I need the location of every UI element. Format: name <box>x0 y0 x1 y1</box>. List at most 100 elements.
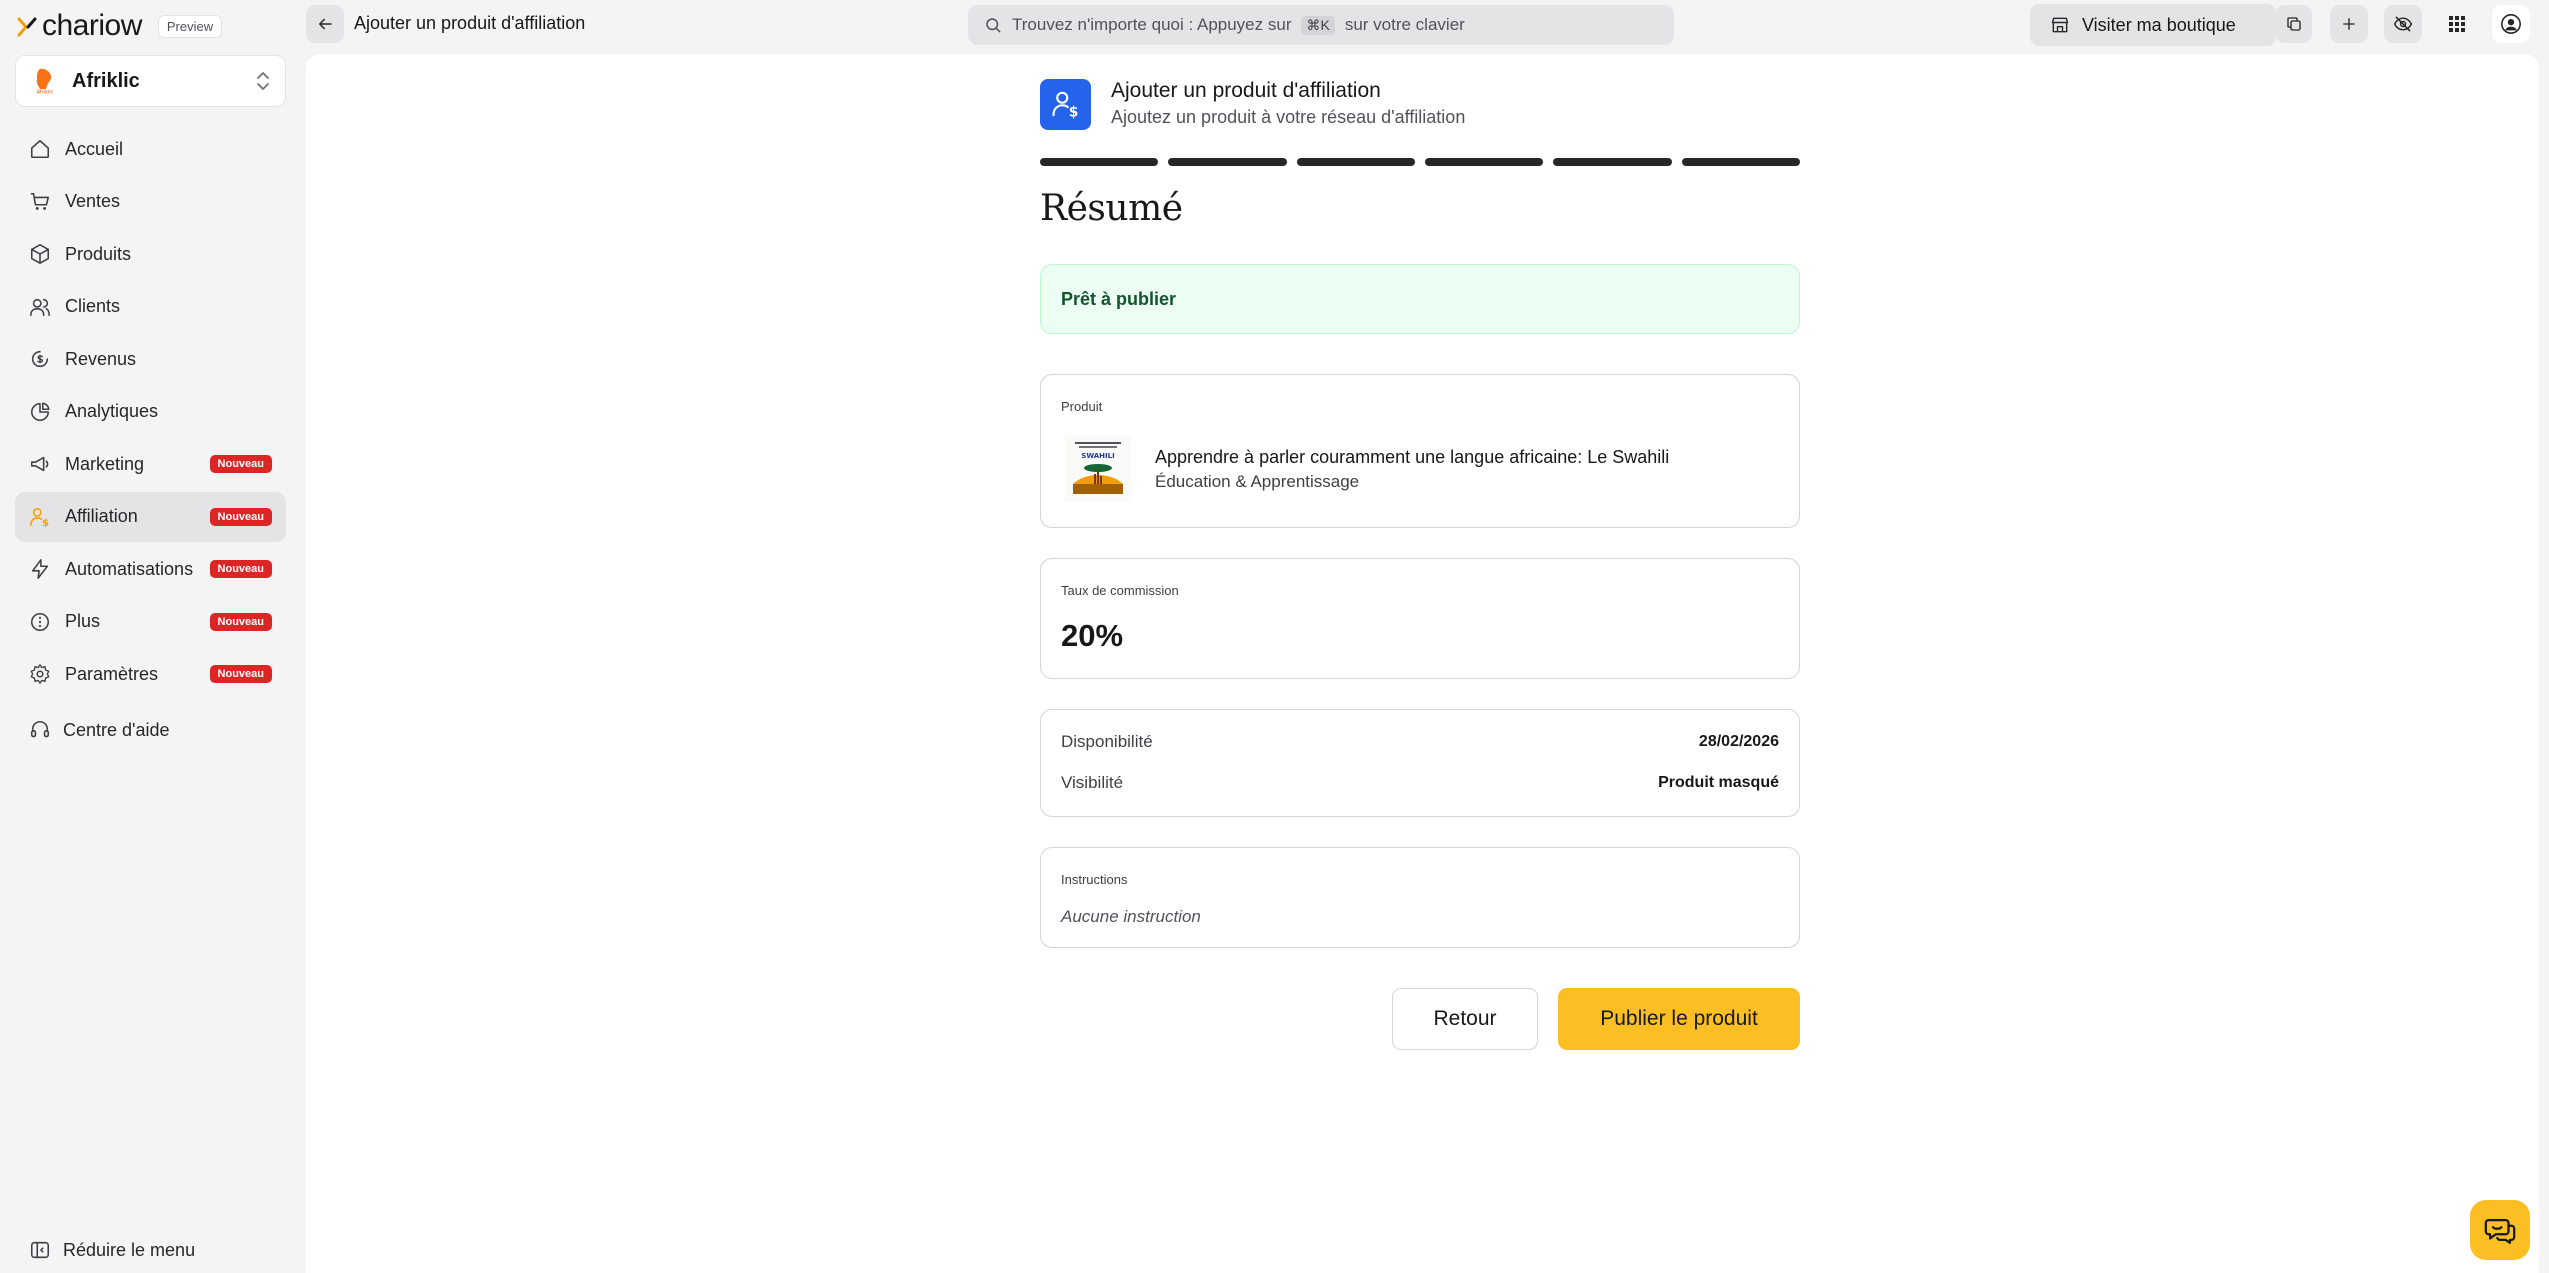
store-switcher[interactable]: Afriklic Afriklic <box>15 55 286 107</box>
users-icon <box>30 298 50 316</box>
chariow-mark-icon <box>17 17 37 37</box>
topbar: Ajouter un produit d'affiliation Trouvez… <box>306 0 2549 50</box>
sidebar-item-accueil[interactable]: Accueil <box>15 124 286 174</box>
form-subtitle: Ajoutez un produit à votre réseau d'affi… <box>1111 107 1466 127</box>
chariow-logo[interactable]: chariow <box>16 9 142 43</box>
store-logo-icon: Afriklic <box>30 66 60 96</box>
main-panel: $ Ajouter un produit d'affiliation Ajout… <box>306 54 2539 1273</box>
sidebar-item-label: Affiliation <box>65 506 138 526</box>
progress-steps <box>1040 158 1800 166</box>
sidebar-item-analytiques[interactable]: Analytiques <box>15 387 286 437</box>
back-step-button[interactable]: Retour <box>1392 988 1538 1050</box>
store-icon <box>2051 17 2069 33</box>
user-avatar-icon <box>2501 14 2521 34</box>
progress-step <box>1424 158 1544 166</box>
box-icon <box>30 244 50 264</box>
summary-content: $ Ajouter un produit d'affiliation Ajout… <box>1040 78 1800 1050</box>
sidebar-item-affiliation[interactable]: $ Affiliation Nouveau <box>15 491 286 542</box>
back-button[interactable] <box>306 5 344 43</box>
visit-store-label: Visiter ma boutique <box>2082 14 2236 35</box>
apps-button[interactable] <box>2438 5 2476 43</box>
progress-step <box>1681 158 1800 166</box>
headset-icon <box>30 721 50 738</box>
thumb-text: SWAHILI <box>1081 452 1114 460</box>
section-title: Résumé <box>1040 188 1183 229</box>
sidebar-item-plus[interactable]: Plus Nouveau <box>15 597 286 647</box>
product-label: Produit <box>1061 399 1103 414</box>
product-name: Apprendre à parler couramment une langue… <box>1155 447 1670 467</box>
brand-name: chariow <box>42 9 142 42</box>
commission-card: Taux de commission 20% <box>1040 558 1800 679</box>
product-category: Éducation & Apprentissage <box>1155 472 1360 491</box>
visibility-value: Produit masqué <box>1658 774 1779 791</box>
hide-balance-button[interactable] <box>2384 5 2422 43</box>
availability-label: Disponibilité <box>1061 732 1153 751</box>
plus-icon <box>2343 18 2355 30</box>
account-button[interactable] <box>2492 5 2530 43</box>
chevron-updown-icon <box>257 72 269 90</box>
progress-step <box>1040 158 1159 166</box>
store-name: Afriklic <box>72 69 140 92</box>
support-chat-button[interactable] <box>2470 1200 2530 1260</box>
visit-store-button[interactable]: Visiter ma boutique <box>2030 4 2276 46</box>
help-center-label: Centre d'aide <box>63 719 170 740</box>
progress-step <box>1553 158 1672 166</box>
search-shortcut-kbd: ⌘K <box>1301 15 1335 35</box>
sidebar-item-label: Analytiques <box>65 401 159 421</box>
form-header: $ Ajouter un produit d'affiliation Ajout… <box>1040 78 1800 130</box>
availability-card: Disponibilité 28/02/2026 Visibilité Prod… <box>1040 709 1800 817</box>
sidebar-item-label: Revenus <box>65 348 137 369</box>
affiliate-header-icon: $ <box>1040 78 1091 130</box>
progress-step <box>1296 158 1415 166</box>
sidebar-item-label: Accueil <box>65 138 124 159</box>
add-button[interactable] <box>2330 5 2368 43</box>
new-badge: Nouveau <box>209 560 272 578</box>
copy-button[interactable] <box>2276 5 2312 43</box>
new-badge: Nouveau <box>209 455 272 473</box>
brand: chariow Preview <box>16 9 223 43</box>
sidebar-item-clients[interactable]: Clients <box>15 282 286 332</box>
visibility-label: Visibilité <box>1061 773 1124 792</box>
sidebar-item-marketing[interactable]: Marketing Nouveau <box>15 439 286 489</box>
visibility-row: Visibilité Produit masqué <box>1061 773 1779 793</box>
availability-value: 28/02/2026 <box>1698 733 1779 750</box>
preview-badge: Preview <box>157 14 223 38</box>
svg-text:Afriklic: Afriklic <box>37 90 54 96</box>
revenue-icon <box>31 350 49 368</box>
ready-banner: Prêt à publier <box>1040 264 1800 334</box>
instructions-label: Instructions <box>1061 872 1128 887</box>
sidebar: chariow Preview Afriklic Afriklic Accuei… <box>0 0 306 1273</box>
help-center-link[interactable]: Centre d'aide <box>15 705 286 755</box>
grid-icon <box>2449 16 2465 32</box>
instructions-value: Aucune instruction <box>1061 907 1201 926</box>
sidebar-item-produits[interactable]: Produits <box>15 229 286 279</box>
page-title: Ajouter un produit d'affiliation <box>354 13 586 33</box>
sidebar-item-parametres[interactable]: Paramètres Nouveau <box>15 649 286 699</box>
product-thumbnail: SWAHILI <box>1061 432 1135 506</box>
form-title: Ajouter un produit d'affiliation <box>1111 79 1381 102</box>
collapse-menu-button[interactable]: Réduire le menu <box>15 1225 286 1273</box>
sidebar-item-revenus[interactable]: Revenus <box>15 334 286 384</box>
availability-row: Disponibilité 28/02/2026 <box>1061 732 1779 752</box>
sidebar-item-label: Plus <box>65 611 101 631</box>
instructions-card: Instructions Aucune instruction <box>1040 847 1800 948</box>
sidebar-item-label: Paramètres <box>65 663 159 684</box>
search-icon <box>986 18 1001 33</box>
arrow-left-icon <box>319 18 332 30</box>
search-input[interactable]: Trouvez n'importe quoi : Appuyez sur ⌘K … <box>968 5 1674 45</box>
sidebar-item-automatisations[interactable]: Automatisations Nouveau <box>15 544 286 594</box>
cart-icon <box>30 192 50 210</box>
sidebar-collapse-icon <box>30 1241 50 1259</box>
home-icon <box>30 139 50 159</box>
sidebar-item-ventes[interactable]: Ventes <box>15 177 286 227</box>
megaphone-icon <box>30 456 49 472</box>
product-row: SWAHILI Apprendre à parler couramment un… <box>1061 432 1779 506</box>
new-badge: Nouveau <box>209 665 272 683</box>
gear-icon <box>30 664 50 684</box>
more-icon <box>30 612 50 631</box>
copy-icon <box>2287 17 2301 31</box>
publish-button[interactable]: Publier le produit <box>1558 988 1800 1050</box>
collapse-menu-label: Réduire le menu <box>63 1239 196 1260</box>
sidebar-item-label: Automatisations <box>65 558 194 579</box>
new-badge: Nouveau <box>209 612 272 631</box>
